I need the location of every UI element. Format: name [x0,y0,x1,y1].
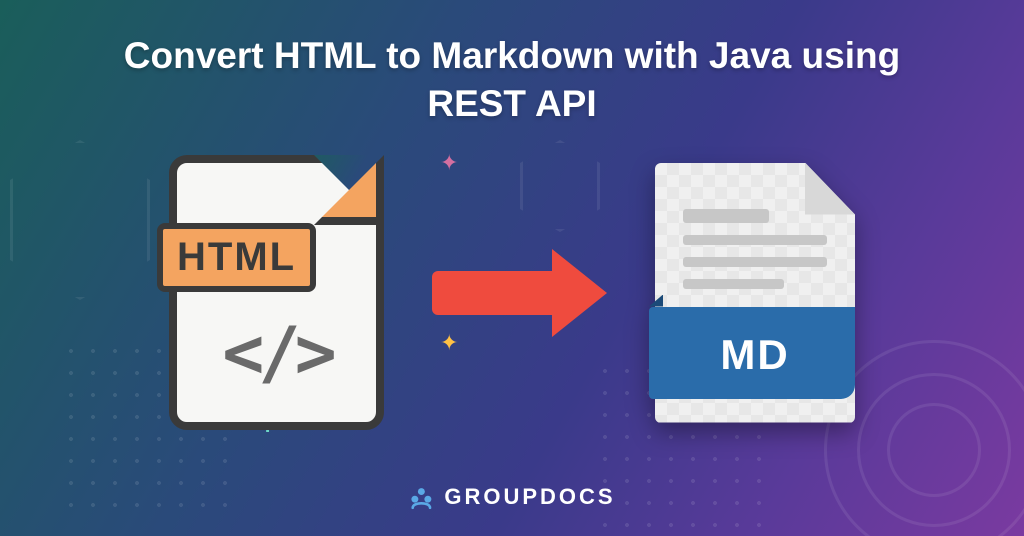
page-title: Convert HTML to Markdown with Java using… [122,32,902,128]
groupdocs-logo-icon [408,484,434,510]
brand-logo: GROUPDOCS [408,484,615,510]
html-file-icon: HTML </> [169,155,384,430]
html-badge: HTML [157,223,316,292]
brand-name: GROUPDOCS [444,484,615,510]
md-badge: MD [655,331,855,379]
conversion-illustration: HTML </> MD [169,155,855,430]
md-file-icon: MD [655,163,855,423]
document-lines-icon [683,209,827,301]
deco-hexagon [10,140,150,300]
arrow-right-icon [432,249,607,337]
promo-graphic: + ✦ ✦ ✦ ✦ Convert HTML to Markdown with … [0,0,1024,536]
code-brackets-icon: </> [222,312,330,394]
